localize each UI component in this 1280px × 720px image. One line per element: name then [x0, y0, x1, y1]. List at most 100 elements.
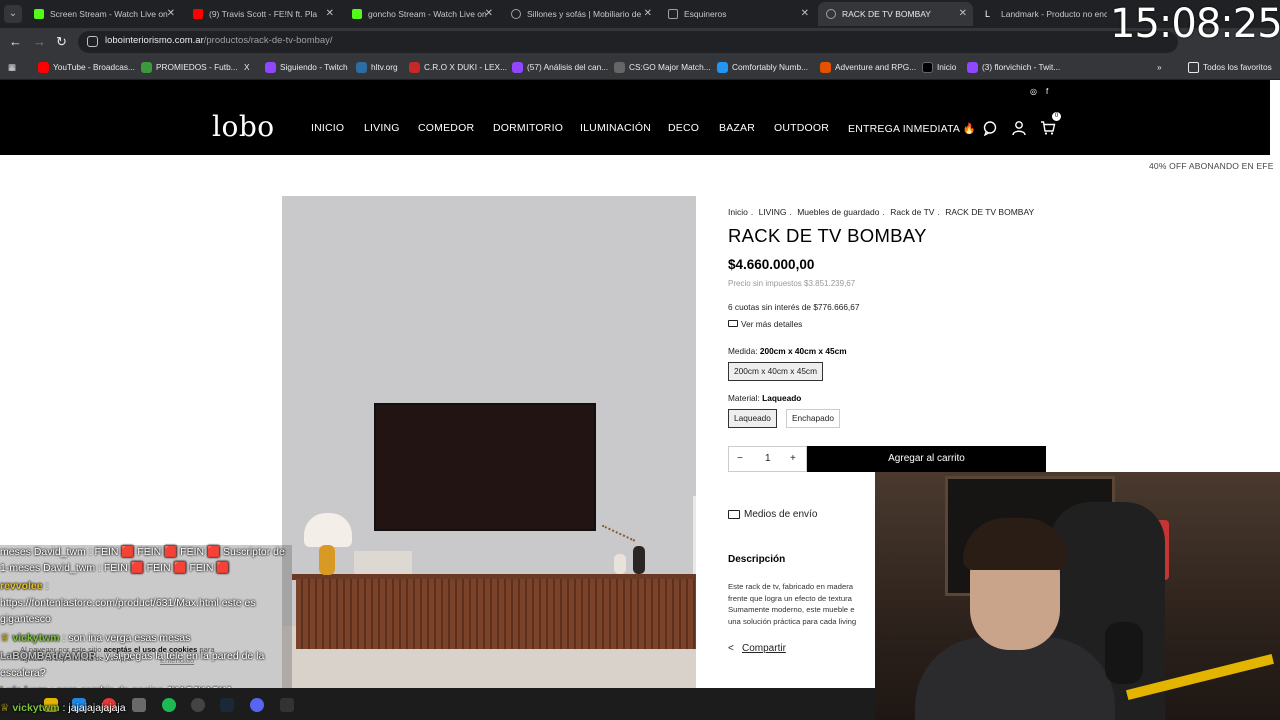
- shipping-label: Medios de envío: [744, 509, 818, 520]
- share-link[interactable]: < Compartir: [728, 643, 786, 654]
- address-bar[interactable]: lobointeriorismo.com.ar/productos/rack-d…: [78, 31, 1178, 53]
- bookmark-promiedos[interactable]: PROMIEDOS - Futb...: [141, 61, 238, 74]
- breadcrumb-inicio[interactable]: Inicio: [728, 207, 748, 217]
- breadcrumb: Inicio. LIVING. Muebles de guardado. Rac…: [728, 207, 1037, 217]
- nav-inicio[interactable]: INICIO: [311, 122, 344, 134]
- size-label-text: Medida:: [728, 346, 758, 356]
- qty-decrease-button[interactable]: −: [737, 453, 743, 464]
- steam-icon[interactable]: [220, 698, 234, 712]
- tv-screen: [374, 403, 596, 531]
- chat-text: : son ina verga esas mesas: [59, 632, 191, 644]
- qty-input[interactable]: 1: [765, 453, 771, 464]
- nav-deco[interactable]: DECO: [668, 122, 699, 134]
- tab-landmark[interactable]: L Landmark - Producto no encon: [977, 2, 1107, 26]
- cart-count-badge: 0: [1052, 112, 1061, 121]
- material-option-laqueado[interactable]: Laqueado: [728, 409, 777, 428]
- bookmark-hltv[interactable]: hltv.org: [356, 61, 398, 74]
- facebook-icon[interactable]: f: [1046, 87, 1048, 96]
- tab-search-chevron-icon[interactable]: ⌄: [4, 5, 22, 23]
- apps-grid-icon[interactable]: ▦: [8, 61, 16, 74]
- app-icon[interactable]: [280, 698, 294, 712]
- nav-iluminacion[interactable]: ILUMINACIÓN: [580, 122, 651, 134]
- nav-outdoor[interactable]: OUTDOOR: [774, 122, 829, 134]
- nav-comedor[interactable]: COMEDOR: [418, 122, 474, 134]
- site-info-icon[interactable]: [87, 36, 98, 47]
- nav-entrega-inmediata[interactable]: ENTREGA INMEDIATA 🔥: [848, 122, 976, 135]
- site-logo[interactable]: lobo: [212, 110, 275, 143]
- product-image[interactable]: [282, 196, 696, 688]
- spotify-icon[interactable]: [162, 698, 176, 712]
- back-arrow-icon[interactable]: ←: [9, 34, 22, 50]
- tab-label: Sillones y sofás | Mobiliario de: [527, 9, 642, 19]
- stream-clock: 15:08:25: [1110, 1, 1280, 47]
- bookmark-inicio[interactable]: Inicio: [922, 61, 956, 74]
- bookmark-analisis[interactable]: (57) Análisis del can...: [512, 61, 608, 74]
- tab-rack-de-tv-bombay[interactable]: RACK DE TV BOMBAY ✕: [818, 2, 973, 26]
- bookmark-comfortably-numb[interactable]: Comfortably Numb...: [717, 61, 808, 74]
- close-icon[interactable]: ✕: [959, 2, 967, 26]
- promiedos-icon: [141, 62, 152, 73]
- qty-increase-button[interactable]: +: [790, 453, 796, 464]
- bookmark-x[interactable]: X: [244, 61, 250, 74]
- more-details-link[interactable]: Ver más detalles: [728, 319, 802, 329]
- add-to-cart-button[interactable]: Agregar al carrito: [807, 446, 1046, 472]
- bookmark-cro-duki[interactable]: C.R.O X DUKI - LEX...: [409, 61, 507, 74]
- nav-living[interactable]: LIVING: [364, 122, 400, 134]
- chat-message: gigantesco: [0, 613, 51, 625]
- hltv-icon: [356, 62, 367, 73]
- landmark-icon: L: [985, 9, 991, 19]
- breadcrumb-muebles[interactable]: Muebles de guardado: [797, 207, 879, 217]
- breadcrumb-separator: .: [750, 207, 754, 217]
- breadcrumb-rack-tv[interactable]: Rack de TV: [890, 207, 934, 217]
- cart-icon[interactable]: [1040, 120, 1056, 136]
- close-icon[interactable]: ✕: [801, 2, 809, 26]
- bookmark-adventure[interactable]: Adventure and RPG...: [820, 61, 916, 74]
- tab-sillones[interactable]: Sillones y sofás | Mobiliario de ✕: [503, 2, 658, 26]
- chat-message: escalera?: [0, 667, 46, 679]
- user-icon[interactable]: [1011, 120, 1027, 136]
- close-icon[interactable]: ✕: [644, 2, 652, 26]
- app-icon[interactable]: [132, 698, 146, 712]
- size-selected-value: 200cm x 40cm x 45cm: [759, 346, 847, 356]
- breadcrumb-separator: .: [789, 207, 792, 217]
- nav-bazar[interactable]: BAZAR: [719, 122, 755, 134]
- bookmark-label: Inicio: [937, 62, 957, 72]
- bookmark-label: Todos los favoritos: [1203, 62, 1272, 72]
- game-icon: [820, 62, 831, 73]
- size-option-200x40x45[interactable]: 200cm x 40cm x 45cm: [728, 362, 823, 381]
- lamp-shade: [304, 513, 352, 547]
- tab-travis-scott[interactable]: (9) Travis Scott - FE!N ft. Pla ✕: [185, 2, 340, 26]
- forward-arrow-icon[interactable]: →: [33, 34, 46, 50]
- reload-icon[interactable]: ↻: [56, 34, 67, 50]
- tab-esquineros[interactable]: Esquineros ✕: [660, 2, 815, 26]
- breadcrumb-living[interactable]: LIVING: [759, 207, 787, 217]
- nav-dormitorio[interactable]: DORMITORIO: [493, 122, 563, 134]
- bookmarks-bar: ▦ YouTube - Broadcas... PROMIEDOS - Futb…: [0, 56, 1280, 80]
- close-icon[interactable]: ✕: [326, 2, 334, 26]
- bookmark-twitch[interactable]: Siguiendo - Twitch: [265, 61, 348, 74]
- all-favorites-folder[interactable]: Todos los favoritos: [1188, 61, 1272, 74]
- close-icon[interactable]: ✕: [167, 2, 175, 26]
- page-icon: [668, 9, 678, 19]
- twitch-icon: [967, 62, 978, 73]
- product-title: RACK DE TV BOMBAY: [728, 225, 927, 246]
- material-option-enchapado[interactable]: Enchapado: [786, 409, 840, 428]
- tab-label: goncho Stream - Watch Live on: [368, 9, 487, 19]
- bookmark-youtube[interactable]: YouTube - Broadcas...: [38, 61, 135, 74]
- instagram-icon[interactable]: ◎: [1030, 87, 1037, 96]
- description-title: Descripción: [728, 554, 786, 565]
- close-icon[interactable]: ✕: [485, 2, 493, 26]
- site-header: ◎ f lobo INICIO LIVING COMEDOR DORMITORI…: [0, 80, 1270, 155]
- discord-icon[interactable]: [250, 698, 264, 712]
- obs-icon[interactable]: [191, 698, 205, 712]
- shipping-methods[interactable]: Medios de envío: [728, 509, 817, 520]
- search-chat-icon[interactable]: [982, 120, 998, 136]
- url-host: lobointeriorismo.com.ar: [105, 35, 204, 46]
- tab-screen-stream[interactable]: Screen Stream - Watch Live on ✕: [26, 2, 181, 26]
- bookmark-csgo[interactable]: CS:GO Major Match...: [614, 61, 711, 74]
- bookmark-florvichich[interactable]: (3) florvichich - Twit...: [967, 61, 1060, 74]
- more-bookmarks-chevron-icon[interactable]: »: [1157, 61, 1162, 74]
- tab-goncho-stream[interactable]: goncho Stream - Watch Live on ✕: [344, 2, 499, 26]
- screen: ⌄ Screen Stream - Watch Live on ✕ (9) Tra…: [0, 0, 1280, 720]
- tab-label: Landmark - Producto no encon: [1001, 9, 1107, 19]
